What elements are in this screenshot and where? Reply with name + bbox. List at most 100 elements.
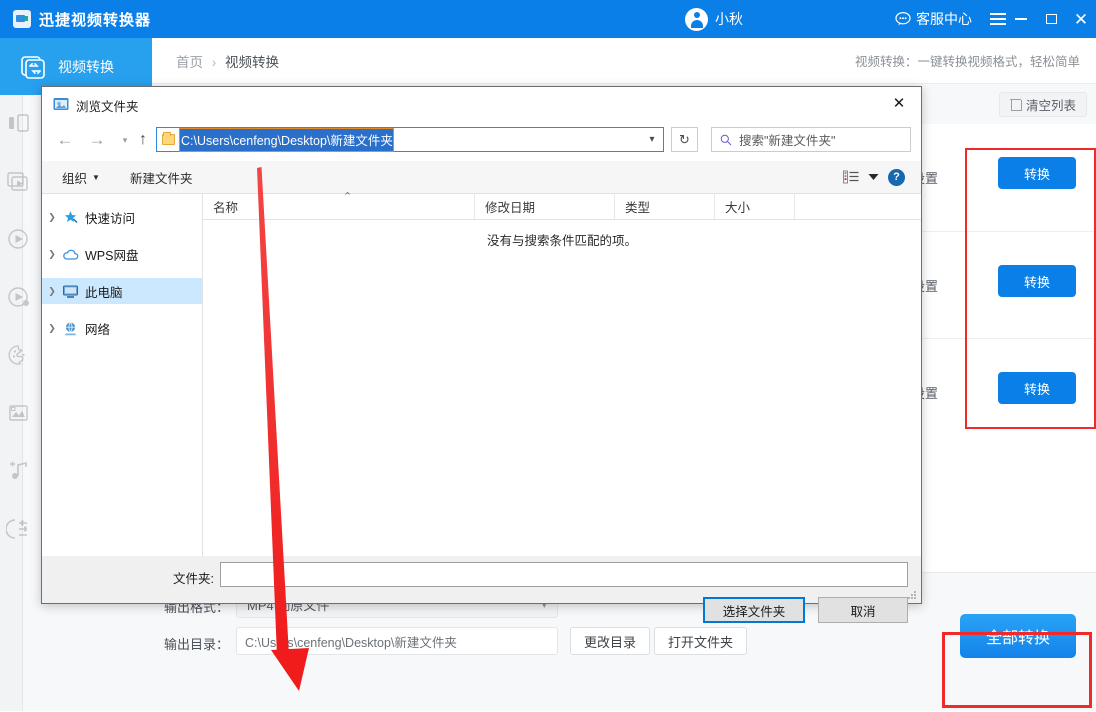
column-header-4[interactable]: 大小 bbox=[715, 194, 795, 219]
clear-list-label: 清空列表 bbox=[1025, 98, 1076, 113]
column-header-3[interactable]: 类型 bbox=[615, 194, 715, 219]
menu-icon[interactable] bbox=[990, 13, 1006, 25]
browse-folder-dialog: 浏览文件夹 ✕ ← → ▾ ↑ C:\Users\cenfeng\Desktop… bbox=[41, 86, 922, 623]
star-pin-icon bbox=[62, 210, 79, 225]
new-folder-button[interactable]: 新建文件夹 bbox=[130, 168, 193, 187]
app-logo-icon bbox=[13, 10, 31, 28]
convert-button[interactable]: 转换 bbox=[998, 372, 1076, 404]
app-title-bar: 迅捷视频转换器 小秋 客服中心 ✕ bbox=[0, 0, 1096, 38]
tree-item-2[interactable]: ❯ WPS网盘 bbox=[42, 241, 202, 267]
network-icon bbox=[62, 321, 79, 336]
chevron-down-icon: ▼ bbox=[92, 172, 100, 182]
chevron-right-icon[interactable]: ❯ bbox=[42, 212, 62, 223]
trash-icon bbox=[1009, 98, 1022, 111]
up-icon[interactable]: ↑ bbox=[130, 127, 156, 153]
folder-icon bbox=[162, 132, 175, 145]
sidebar-item-video-cut-icon[interactable] bbox=[6, 226, 32, 252]
title-bar-right-group: 小秋 客服中心 ✕ bbox=[685, 0, 1096, 38]
sidebar-item-video-merge-icon[interactable] bbox=[6, 168, 32, 194]
page-tagline: 视频转换：一键转换视频格式，轻松简单 bbox=[854, 55, 1080, 69]
convert-button[interactable]: 转换 bbox=[998, 157, 1076, 189]
app-title: 迅捷视频转换器 bbox=[39, 11, 152, 29]
file-list-pane: 名称 ⌃ 修改日期 类型 大小 没有与搜索条件匹配的项。 bbox=[203, 191, 921, 556]
maximize-button[interactable] bbox=[1036, 0, 1066, 38]
column-header-label: 类型 bbox=[625, 201, 651, 215]
empty-message: 没有与搜索条件匹配的项。 bbox=[486, 234, 637, 248]
tree-item-label: 此电脑 bbox=[85, 285, 123, 300]
view-dropdown-chevron-icon[interactable] bbox=[868, 173, 879, 181]
sidebar-rail bbox=[0, 38, 29, 711]
close-icon[interactable]: ✕ bbox=[877, 87, 921, 118]
sidebar-item-audio-settings-icon[interactable] bbox=[6, 516, 32, 542]
customer-service-label: 客服中心 bbox=[916, 11, 972, 27]
convert-all-button[interactable]: 全部转换 bbox=[960, 614, 1076, 658]
minimize-button[interactable] bbox=[1006, 0, 1036, 38]
user-name: 小秋 bbox=[715, 11, 743, 27]
sidebar-item-video-speed-icon[interactable] bbox=[6, 284, 32, 310]
change-dir-button[interactable]: 更改目录 bbox=[570, 627, 651, 655]
address-chevron-down-icon[interactable]: ▾ bbox=[641, 134, 663, 145]
computer-icon bbox=[62, 284, 79, 299]
tree-item-label: 快速访问 bbox=[85, 211, 136, 226]
output-dir-input[interactable]: C:\Users\cenfeng\Desktop\新建文件夹 bbox=[236, 627, 558, 655]
sidebar-item-video-compress-icon[interactable] bbox=[6, 110, 32, 136]
new-folder-label: 新建文件夹 bbox=[129, 171, 193, 186]
dialog-footer: 文件夹: 选择文件夹 取消 bbox=[42, 556, 921, 623]
address-bar[interactable]: C:\Users\cenfeng\Desktop\新建文件夹 ▾ bbox=[156, 127, 664, 152]
dialog-title: 浏览文件夹 bbox=[76, 100, 139, 114]
tree-item-label: 网络 bbox=[85, 322, 111, 337]
column-header-1[interactable]: 名称 ⌃ bbox=[203, 191, 475, 219]
sidebar-item-video-to-image-icon[interactable] bbox=[6, 400, 32, 426]
user-account[interactable]: 小秋 bbox=[685, 7, 743, 31]
dialog-command-bar: 组织 ▼ 新建文件夹 ? bbox=[42, 161, 921, 194]
cancel-button[interactable]: 取消 bbox=[818, 597, 908, 623]
search-input[interactable]: 搜索"新建文件夹" bbox=[711, 127, 911, 152]
sidebar-item-audio-extract-icon[interactable] bbox=[6, 458, 32, 484]
organize-menu-button[interactable]: 组织 ▼ bbox=[62, 168, 100, 187]
dialog-title-bar: 浏览文件夹 ✕ bbox=[42, 87, 921, 120]
column-header-label: 大小 bbox=[725, 201, 751, 215]
view-options-group: ? bbox=[843, 168, 905, 186]
chevron-right-icon[interactable]: ❯ bbox=[42, 286, 62, 297]
forward-icon[interactable]: → bbox=[84, 127, 110, 153]
view-layout-icon[interactable] bbox=[843, 170, 859, 184]
customer-service-button[interactable]: 客服中心 bbox=[895, 9, 972, 29]
column-header-label: 修改日期 bbox=[485, 201, 536, 215]
organize-label: 组织 bbox=[62, 171, 88, 186]
sidebar-item-gif-maker-icon[interactable] bbox=[6, 342, 32, 368]
clear-list-button[interactable]: 清空列表 bbox=[998, 91, 1087, 117]
tree-item-3[interactable]: ❯ 此电脑 bbox=[42, 278, 202, 304]
video-convert-icon bbox=[21, 55, 45, 79]
column-header-row: 名称 ⌃ 修改日期 类型 大小 bbox=[203, 191, 921, 220]
cloud-icon bbox=[62, 247, 79, 262]
open-folder-button[interactable]: 打开文件夹 bbox=[654, 627, 748, 655]
breadcrumb-bar: 首页 › 视频转换 视频转换：一键转换视频格式，轻松简单 bbox=[152, 38, 1096, 84]
address-value: C:\Users\cenfeng\Desktop\新建文件夹 bbox=[179, 127, 394, 152]
chevron-right-icon[interactable]: ❯ bbox=[42, 323, 62, 334]
chevron-right-icon[interactable]: ❯ bbox=[42, 249, 62, 260]
folder-browse-icon bbox=[53, 98, 69, 110]
refresh-icon[interactable]: ↻ bbox=[671, 127, 698, 152]
folder-name-input[interactable] bbox=[220, 562, 908, 587]
convert-button[interactable]: 转换 bbox=[998, 265, 1076, 297]
breadcrumb-current: 视频转换 bbox=[225, 54, 280, 70]
navigation-tree: ❯ 快速访问 ❯ WPS网盘 ❯ 此电脑 ❯ 网络 bbox=[42, 194, 202, 556]
tree-item-1[interactable]: ❯ 快速访问 bbox=[42, 204, 202, 230]
help-icon[interactable]: ? bbox=[888, 168, 905, 186]
output-dir-label: 输出目录： bbox=[164, 637, 230, 652]
column-header-label: 名称 bbox=[213, 201, 239, 215]
column-header-2[interactable]: 修改日期 bbox=[475, 194, 615, 219]
select-folder-button[interactable]: 选择文件夹 bbox=[703, 597, 805, 623]
tree-item-4[interactable]: ❯ 网络 bbox=[42, 315, 202, 341]
folder-field-label: 文件夹: bbox=[173, 572, 214, 586]
search-placeholder: 搜索"新建文件夹" bbox=[739, 134, 836, 148]
resize-handle[interactable] bbox=[908, 591, 917, 600]
dialog-nav-bar: ← → ▾ ↑ C:\Users\cenfeng\Desktop\新建文件夹 ▾… bbox=[42, 120, 921, 161]
sidebar-item-label: 视频转换 bbox=[58, 58, 114, 75]
breadcrumb-home[interactable]: 首页 bbox=[176, 55, 203, 70]
search-icon bbox=[720, 134, 732, 145]
close-icon[interactable]: ✕ bbox=[1066, 0, 1096, 38]
back-icon[interactable]: ← bbox=[52, 127, 78, 153]
chat-bubble-icon bbox=[895, 11, 911, 26]
breadcrumb-separator: › bbox=[211, 54, 217, 70]
